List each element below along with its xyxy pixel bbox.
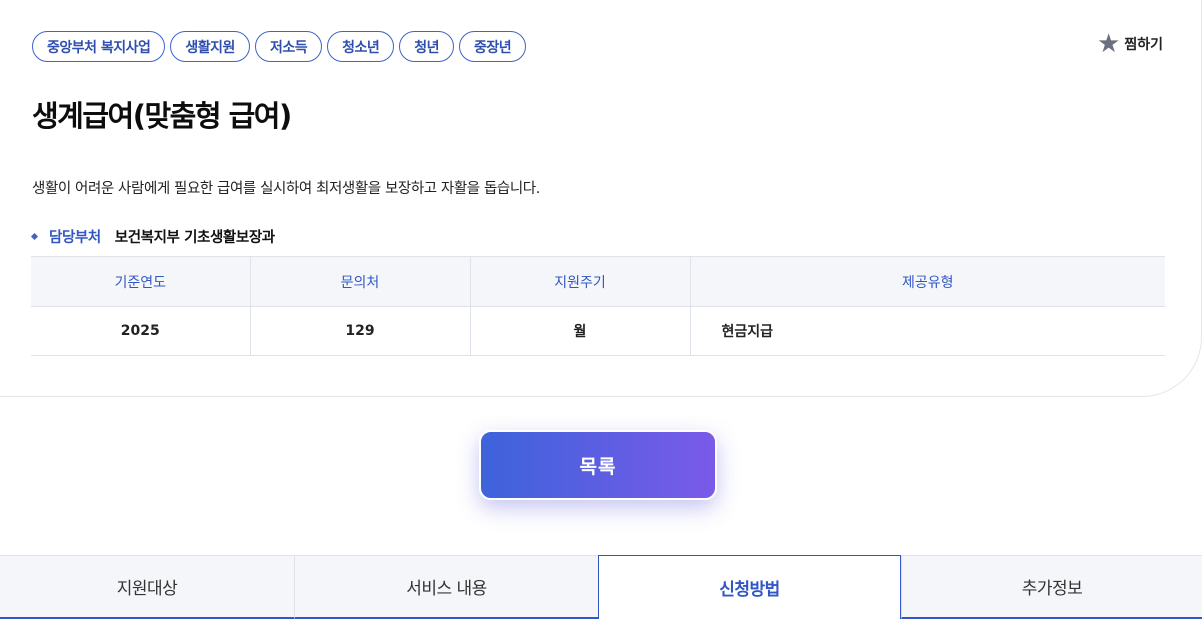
bookmark-label: 찜하기 xyxy=(1124,37,1163,53)
table-cell: 2025 xyxy=(31,306,251,356)
table-cell: 현금지급 xyxy=(690,306,1165,356)
page-title: 생계급여(맞춤형 급여) xyxy=(32,99,292,133)
department-key: 담당부처 xyxy=(49,230,101,246)
column-header: 기준연도 xyxy=(31,256,251,307)
department-value: 보건복지부 기초생활보장과 xyxy=(114,230,275,246)
info-table: 기준연도 문의처 지원주기 제공유형 2025 129 월 현금지급 xyxy=(31,256,1165,356)
table-header-row: 기준연도 문의처 지원주기 제공유형 xyxy=(31,256,1165,307)
tag-chip[interactable]: 중앙부처 복지사업 xyxy=(32,31,166,62)
bookmark-button[interactable]: ★ 찜하기 xyxy=(1097,31,1163,57)
tab-eligibility[interactable]: 지원대상 xyxy=(0,555,294,619)
tag-chip[interactable]: 생활지원 xyxy=(170,31,250,62)
diamond-bullet-icon xyxy=(30,232,39,241)
tag-chip[interactable]: 청년 xyxy=(399,31,454,62)
tag-chip[interactable]: 청소년 xyxy=(327,31,395,62)
department-info: 담당부처 보건복지부 기초생활보장과 xyxy=(30,226,275,247)
column-header: 문의처 xyxy=(250,256,471,307)
tab-application-method[interactable]: 신청방법 xyxy=(598,555,901,619)
table-cell: 129 xyxy=(250,306,471,356)
tag-chip[interactable]: 중장년 xyxy=(459,31,527,62)
star-icon: ★ xyxy=(1097,29,1121,59)
list-button[interactable]: 목록 xyxy=(479,430,717,500)
tab-service-content[interactable]: 서비스 내용 xyxy=(294,555,598,619)
category-tags: 중앙부처 복지사업 생활지원 저소득 청소년 청년 중장년 xyxy=(32,31,527,62)
column-header: 제공유형 xyxy=(690,256,1165,307)
service-description: 생활이 어려운 사람에게 필요한 급여를 실시하여 최저생활을 보장하고 자활을… xyxy=(32,181,540,197)
table-row: 2025 129 월 현금지급 xyxy=(31,306,1165,356)
table-cell: 월 xyxy=(470,306,691,356)
detail-tabs: 지원대상 서비스 내용 신청방법 추가정보 xyxy=(0,555,1202,619)
tag-chip[interactable]: 저소득 xyxy=(254,31,323,62)
column-header: 지원주기 xyxy=(470,256,691,307)
service-detail-card: 중앙부처 복지사업 생활지원 저소득 청소년 청년 중장년 ★ 찜하기 생계급여… xyxy=(0,0,1202,397)
tab-additional-info[interactable]: 추가정보 xyxy=(901,555,1202,619)
